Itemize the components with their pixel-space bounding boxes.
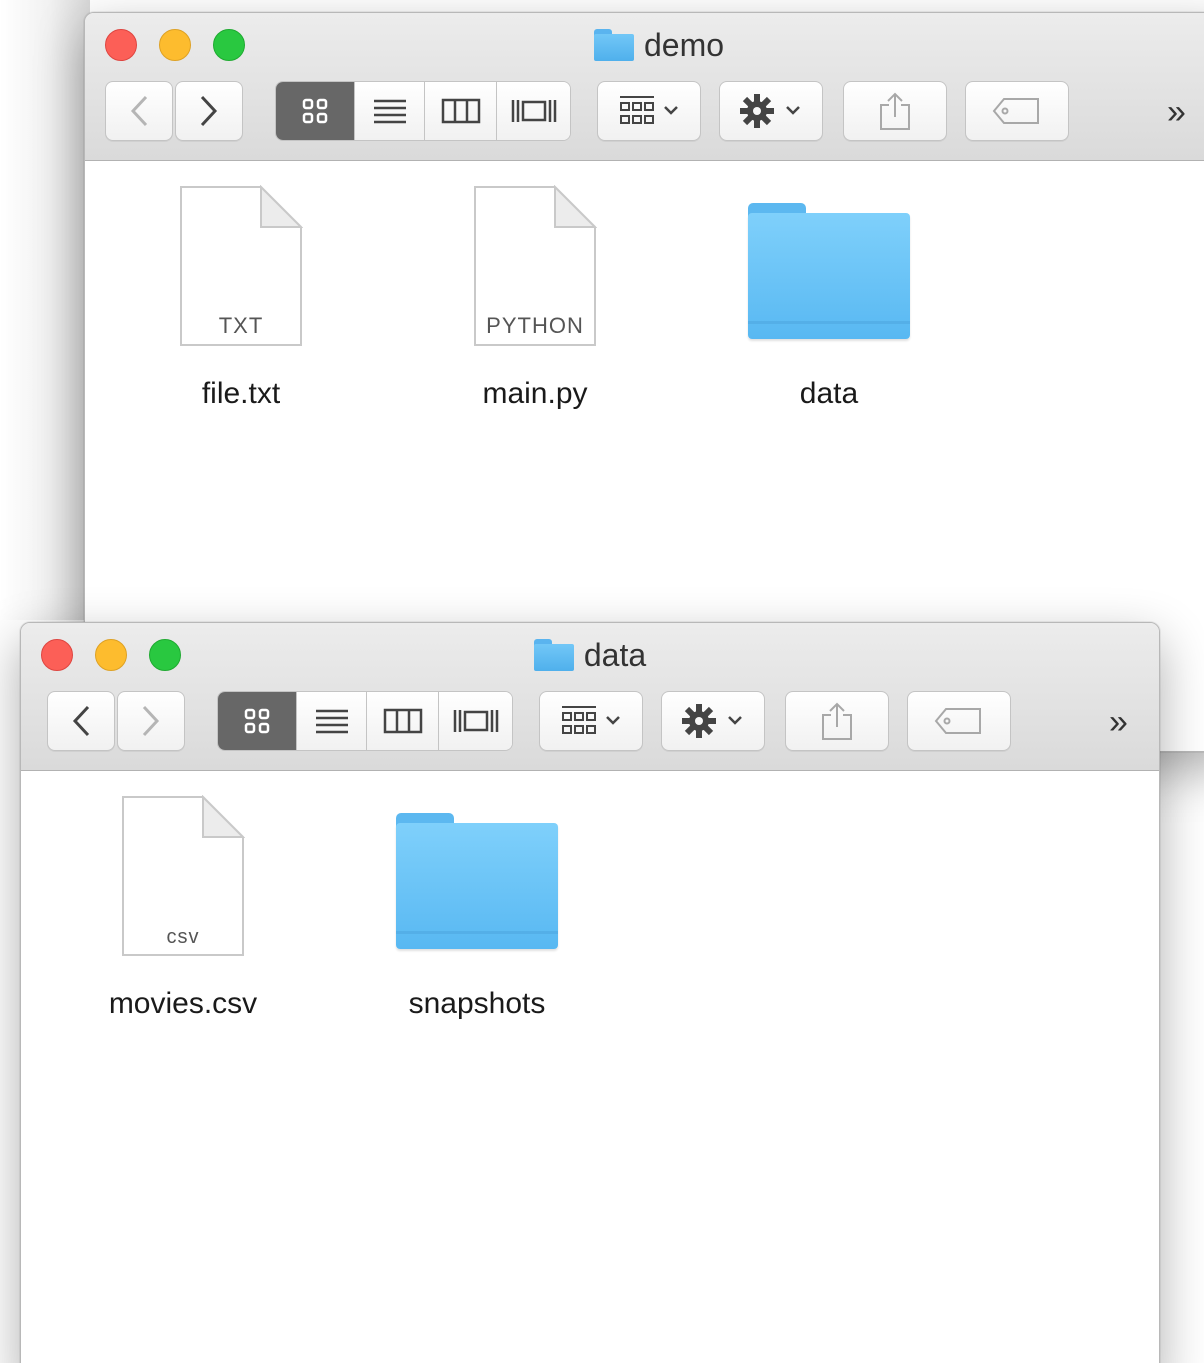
- column-view-button[interactable]: [424, 82, 496, 140]
- action-button[interactable]: [719, 81, 823, 141]
- icon-view-button[interactable]: [276, 82, 354, 140]
- folder-name: snapshots: [408, 987, 546, 1020]
- window-title: demo: [85, 27, 1204, 63]
- file-item[interactable]: CSV movies.csv: [73, 794, 293, 1021]
- finder-window-data[interactable]: data » csv movies.csv snapshots: [20, 622, 1160, 1363]
- share-icon: [880, 92, 910, 130]
- forward-arrow-icon: [200, 95, 218, 127]
- forward-arrow-icon: [142, 705, 160, 737]
- list-view-button[interactable]: [296, 692, 366, 750]
- gear-icon: [682, 704, 742, 738]
- cover-flow-icon: [453, 710, 498, 732]
- column-view-icon: [383, 708, 422, 734]
- tag-icon: [992, 98, 1039, 124]
- folder-icon: [593, 29, 634, 61]
- tag-button[interactable]: [965, 81, 1069, 141]
- forward-button[interactable]: [117, 691, 185, 751]
- folder-item[interactable]: data: [719, 185, 939, 411]
- window-title: data: [21, 637, 1159, 673]
- share-button[interactable]: [843, 81, 947, 141]
- file-name: movies.csv: [108, 987, 258, 1020]
- view-mode-segmented-control: [275, 81, 571, 141]
- tag-icon: [934, 708, 981, 734]
- icon-grid: CSV movies.csv snapshots: [21, 771, 1159, 1363]
- icon-view-icon: [302, 98, 328, 124]
- text-document-icon: TXT: [179, 184, 304, 347]
- forward-button[interactable]: [175, 81, 243, 141]
- icon-view-button[interactable]: [218, 692, 296, 750]
- action-button[interactable]: [661, 691, 765, 751]
- cover-flow-icon: [511, 100, 556, 122]
- file-name: main.py: [482, 377, 588, 410]
- python-document-icon: PYTHON: [473, 184, 598, 347]
- folder-icon: [748, 185, 910, 347]
- toolbar: data »: [21, 623, 1159, 771]
- view-mode-segmented-control: [217, 691, 513, 751]
- arrange-button[interactable]: [539, 691, 643, 751]
- file-name: file.txt: [201, 377, 281, 410]
- desktop-background: [0, 0, 90, 620]
- gear-icon: [740, 94, 800, 128]
- column-view-button[interactable]: [366, 692, 438, 750]
- toolbar-overflow-button[interactable]: »: [1109, 703, 1128, 742]
- cover-flow-view-button[interactable]: [438, 692, 512, 750]
- csv-document-icon: CSV: [121, 794, 246, 957]
- folder-item[interactable]: snapshots: [367, 795, 587, 1021]
- list-view-icon: [373, 99, 406, 124]
- folder-icon: [396, 795, 558, 957]
- back-button[interactable]: [47, 691, 115, 751]
- arrange-icon: [620, 96, 678, 124]
- arrange-button[interactable]: [597, 81, 701, 141]
- toolbar-overflow-button[interactable]: »: [1167, 93, 1186, 132]
- cover-flow-view-button[interactable]: [496, 82, 570, 140]
- tag-button[interactable]: [907, 691, 1011, 751]
- window-title-text: data: [583, 636, 647, 673]
- share-icon: [822, 702, 852, 740]
- folder-icon: [533, 639, 574, 671]
- list-view-icon: [315, 709, 348, 734]
- list-view-button[interactable]: [354, 82, 424, 140]
- window-title-text: demo: [643, 26, 725, 63]
- toolbar: demo »: [85, 13, 1204, 161]
- file-item[interactable]: TXT file.txt: [131, 184, 351, 411]
- back-button[interactable]: [105, 81, 173, 141]
- file-item[interactable]: PYTHON main.py: [425, 184, 645, 411]
- share-button[interactable]: [785, 691, 889, 751]
- folder-name: data: [799, 377, 859, 410]
- icon-view-icon: [244, 708, 270, 734]
- arrange-icon: [562, 706, 620, 734]
- back-arrow-icon: [130, 95, 148, 127]
- back-arrow-icon: [72, 705, 90, 737]
- column-view-icon: [441, 98, 480, 124]
